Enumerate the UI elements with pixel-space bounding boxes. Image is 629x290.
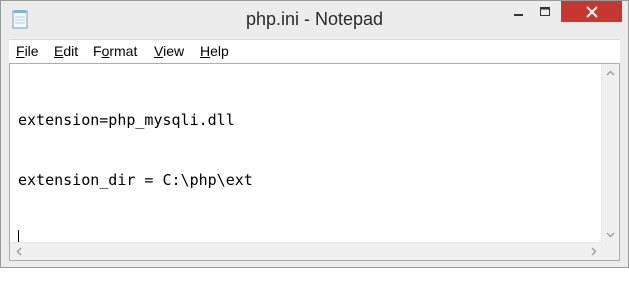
- size-grip[interactable]: [602, 243, 619, 260]
- menu-file-mnemonic: F: [16, 43, 25, 59]
- minimize-button[interactable]: [506, 1, 532, 22]
- menu-help[interactable]: Help: [200, 43, 229, 59]
- editor-line: extension=php_mysqli.dll: [18, 111, 235, 129]
- menu-help-label: elp: [210, 43, 229, 59]
- menu-file[interactable]: File: [16, 43, 39, 59]
- menu-bar: File Edit Format View Help: [9, 39, 620, 64]
- close-icon: [585, 5, 598, 18]
- editor-line: extension_dir = C:\php\ext: [18, 171, 253, 189]
- menu-help-mnemonic: H: [200, 43, 211, 59]
- menu-format-label: rmat: [109, 43, 138, 59]
- text-editor[interactable]: extension=php_mysqli.dll extension_dir =…: [9, 63, 620, 261]
- menu-edit-mnemonic: E: [54, 43, 64, 59]
- maximize-icon: [539, 6, 550, 16]
- scroll-left-button[interactable]: [10, 243, 27, 260]
- scroll-up-button[interactable]: [602, 64, 619, 81]
- menu-file-label: ile: [24, 43, 39, 59]
- chevron-down-icon: [606, 231, 615, 238]
- chevron-up-icon: [606, 69, 615, 76]
- scroll-down-button[interactable]: [602, 226, 619, 243]
- notepad-window: php.ini - Notepad File Edit Format View …: [0, 0, 629, 268]
- scroll-right-button[interactable]: [585, 243, 602, 260]
- minimize-icon: [514, 13, 523, 16]
- menu-view-label: iew: [163, 43, 185, 59]
- menu-edit-label: dit: [63, 43, 79, 59]
- menu-view-mnemonic: V: [154, 43, 164, 59]
- close-button[interactable]: [561, 1, 622, 22]
- chevron-left-icon: [15, 247, 22, 256]
- menu-view[interactable]: View: [154, 43, 184, 59]
- menu-format[interactable]: Format: [93, 43, 137, 59]
- maximize-button[interactable]: [532, 1, 558, 22]
- menu-edit[interactable]: Edit: [54, 43, 78, 59]
- chevron-right-icon: [590, 247, 597, 256]
- title-bar[interactable]: php.ini - Notepad: [1, 1, 628, 39]
- horizontal-scrollbar[interactable]: [10, 242, 602, 260]
- vertical-scrollbar[interactable]: [601, 64, 619, 243]
- menu-format-prefix: F: [93, 43, 102, 59]
